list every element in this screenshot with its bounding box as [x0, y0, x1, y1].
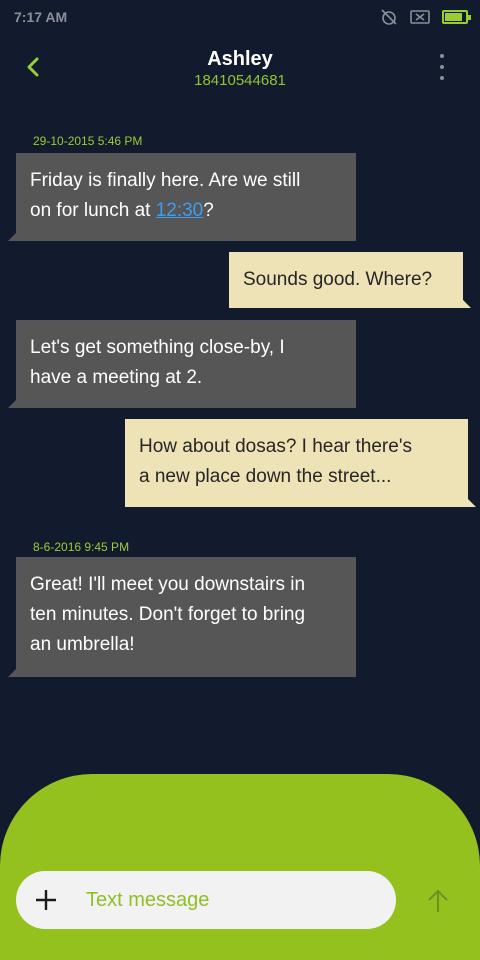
status-bar: 7:17 AM — [0, 0, 480, 34]
battery-level — [445, 13, 462, 21]
plus-icon — [36, 890, 56, 910]
contact-name: Ashley — [207, 48, 273, 70]
more-options-button[interactable] — [438, 54, 446, 80]
message-line: Great! I'll meet you downstairs in — [30, 574, 306, 595]
message-bubble-incoming[interactable]: Let's get something close-by, I have a m… — [8, 320, 356, 408]
message-bubble-incoming[interactable]: Friday is finally here. Are we still on … — [8, 153, 356, 241]
composer-panel — [0, 774, 480, 960]
date-label: 8-6-2016 9:45 PM — [33, 540, 130, 554]
message-line: an umbrella! — [30, 634, 135, 655]
message-input-container[interactable] — [16, 871, 396, 929]
message-line: Sounds good. Where? — [243, 269, 433, 290]
message-text: on for lunch at — [30, 200, 156, 221]
message-line: ten minutes. Don't forget to bring — [30, 604, 306, 625]
message-line: How about dosas? I hear there's — [139, 436, 412, 457]
contact-number: 18410544681 — [194, 72, 286, 89]
send-button[interactable] — [424, 886, 452, 916]
message-bubble-outgoing[interactable]: Sounds good. Where? — [229, 252, 471, 308]
conversation-header: Ashley 18410544681 — [0, 34, 480, 104]
status-icons — [380, 8, 471, 26]
time-link[interactable]: 12:30 — [156, 200, 204, 221]
message-line: on for lunch at 12:30? — [30, 196, 342, 226]
message-line: Let's get something close-by, I — [30, 337, 285, 358]
message-line: Friday is finally here. Are we still — [30, 170, 301, 191]
add-attachment-button[interactable] — [34, 888, 58, 912]
message-bubble-incoming[interactable]: Great! I'll meet you downstairs in ten m… — [8, 557, 356, 677]
battery-icon — [442, 10, 471, 24]
more-vertical-icon — [440, 54, 444, 58]
message-input[interactable] — [86, 871, 376, 929]
message-bubble-outgoing[interactable]: How about dosas? I hear there's a new pl… — [125, 419, 476, 507]
message-line: a new place down the street... — [139, 466, 392, 487]
sim-off-icon — [410, 10, 430, 24]
message-line: have a meeting at 2. — [30, 367, 203, 388]
arrow-up-icon — [428, 889, 448, 912]
message-text: ? — [203, 200, 214, 221]
status-time: 7:17 AM — [14, 9, 68, 25]
alarm-off-icon — [381, 9, 397, 25]
date-label: 29-10-2015 5:46 PM — [33, 134, 143, 148]
